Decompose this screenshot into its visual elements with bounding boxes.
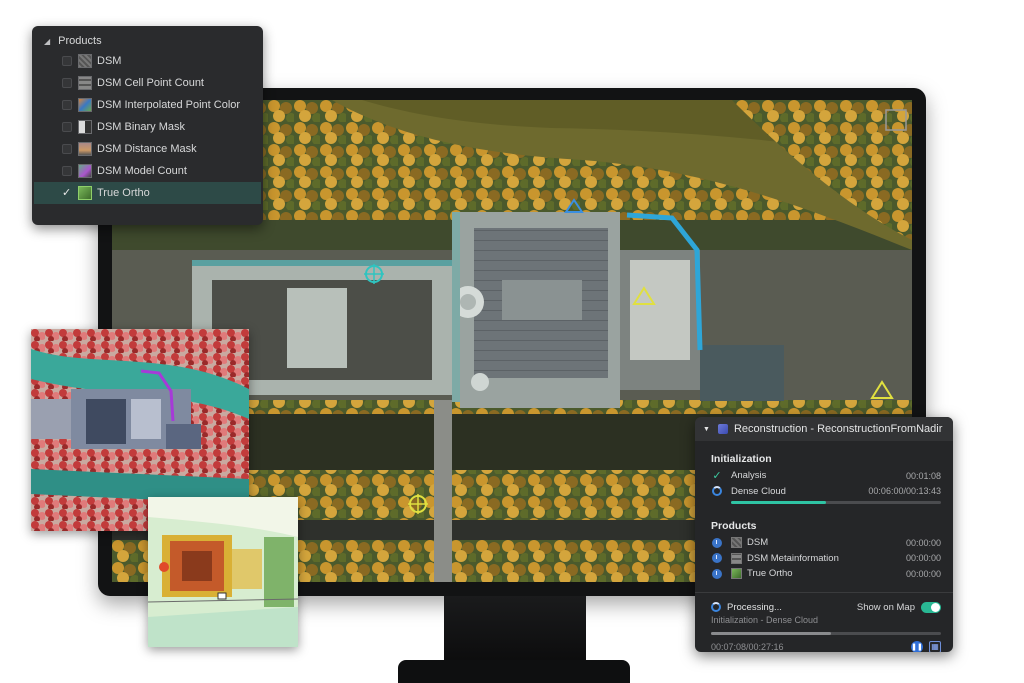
product-item-true-ortho[interactable]: ✓ True Ortho <box>34 182 261 204</box>
classification-preview-image <box>148 497 298 647</box>
spinner-icon <box>712 486 722 497</box>
products-header[interactable]: ◢ Products <box>32 26 263 50</box>
product-checkbox[interactable] <box>62 56 72 66</box>
processing-substep: Initialization - Dense Cloud <box>711 614 819 625</box>
spinner-icon <box>711 602 721 612</box>
product-item-dsm-model-count[interactable]: DSM Model Count <box>32 160 263 182</box>
product-item-dsm-distance-mask[interactable]: DSM Distance Mask <box>32 138 263 160</box>
point-color-layer-icon <box>78 98 92 112</box>
step-time: 00:01:08 <box>905 470 941 481</box>
overall-progress-fill <box>711 631 831 635</box>
products-title: Products <box>58 35 102 47</box>
binary-mask-layer-icon <box>78 120 92 134</box>
map-view-icon[interactable]: ▦ <box>929 640 941 652</box>
product-checkbox[interactable] <box>62 122 72 132</box>
true-ortho-layer-icon <box>731 568 742 580</box>
overall-progress-bar <box>711 631 941 635</box>
true-ortho-layer-icon <box>78 186 92 200</box>
product-checkbox[interactable] <box>62 78 72 88</box>
step-analysis: ✓ Analysis 00:01:08 <box>695 468 953 484</box>
initialization-heading: Initialization <box>711 453 772 465</box>
collapse-caret-icon[interactable]: ▼ <box>703 426 710 433</box>
dsm-layer-icon <box>731 537 742 549</box>
reconstruction-cube-icon <box>717 424 728 434</box>
product-row-true-ortho: True Ortho 00:00:00 <box>695 566 953 582</box>
show-on-map-label: Show on Map <box>856 601 915 613</box>
dense-cloud-progress-bar <box>731 501 941 504</box>
product-time: 00:00:00 <box>905 537 941 548</box>
clock-icon <box>712 568 722 579</box>
reconstruction-title: Reconstruction - ReconstructionFromNadir <box>733 423 943 435</box>
product-item-dsm-cell-point-count[interactable]: DSM Cell Point Count <box>32 72 263 94</box>
clock-icon <box>712 553 722 564</box>
product-time: 00:00:00 <box>905 553 941 564</box>
check-icon: ✓ <box>712 470 722 483</box>
collapse-caret-icon[interactable]: ◢ <box>44 37 50 46</box>
step-dense-cloud: Dense Cloud 00:06:00/00:13:43 <box>695 484 953 500</box>
product-label: DSM Cell Point Count <box>97 77 204 89</box>
product-checkbox[interactable] <box>62 166 72 176</box>
product-checkbox[interactable] <box>62 144 72 154</box>
product-label: DSM <box>747 537 769 549</box>
dsm-layer-icon <box>78 54 92 68</box>
clock-icon <box>712 537 722 548</box>
elapsed-time: 00:07:08/00:27:16 <box>711 641 784 652</box>
processing-footer: 00:07:08/00:27:16 ❚❚ ▦ <box>695 635 953 652</box>
monitor-stand-neck <box>444 596 586 664</box>
metainformation-layer-icon <box>731 552 742 564</box>
product-label: DSM <box>97 55 122 67</box>
product-label: True Ortho <box>747 568 793 580</box>
processing-status-row: Processing... Show on Map <box>695 593 953 615</box>
reconstruction-panel: ▼ Reconstruction - ReconstructionFromNad… <box>695 417 953 652</box>
checkmark-icon[interactable]: ✓ <box>62 188 72 199</box>
product-label: DSM Binary Mask <box>97 121 186 133</box>
pause-button[interactable]: ❚❚ <box>911 640 923 652</box>
step-label: Dense Cloud <box>731 485 786 497</box>
products-heading: Products <box>711 520 757 532</box>
processing-label: Processing... <box>727 601 782 613</box>
product-label: DSM Distance Mask <box>97 143 197 155</box>
reconstruction-header[interactable]: ▼ Reconstruction - ReconstructionFromNad… <box>695 417 953 441</box>
step-label: Analysis <box>731 470 767 482</box>
product-item-dsm-interpolated-point-color[interactable]: DSM Interpolated Point Color <box>32 94 263 116</box>
product-item-dsm-binary-mask[interactable]: DSM Binary Mask <box>32 116 263 138</box>
model-count-layer-icon <box>78 164 92 178</box>
product-label: True Ortho <box>97 187 150 199</box>
product-row-dsm-metainformation: DSM Metainformation 00:00:00 <box>695 551 953 567</box>
product-item-dsm[interactable]: DSM <box>32 50 263 72</box>
product-time: 00:00:00 <box>905 568 941 579</box>
dense-cloud-progress-fill <box>731 501 826 504</box>
show-on-map-toggle[interactable] <box>921 601 941 613</box>
product-checkbox[interactable] <box>62 100 72 110</box>
product-row-dsm: DSM 00:00:00 <box>695 535 953 551</box>
step-time: 00:06:00/00:13:43 <box>868 486 941 497</box>
product-label: DSM Model Count <box>97 165 187 177</box>
distance-mask-layer-icon <box>78 142 92 156</box>
stage: ◢ Products DSM DSM Cell Point Count DSM … <box>0 0 1024 683</box>
point-count-layer-icon <box>78 76 92 90</box>
monitor-stand-base <box>398 660 630 683</box>
products-panel: ◢ Products DSM DSM Cell Point Count DSM … <box>32 26 263 225</box>
product-label: DSM Interpolated Point Color <box>97 99 241 111</box>
product-label: DSM Metainformation <box>747 552 839 564</box>
